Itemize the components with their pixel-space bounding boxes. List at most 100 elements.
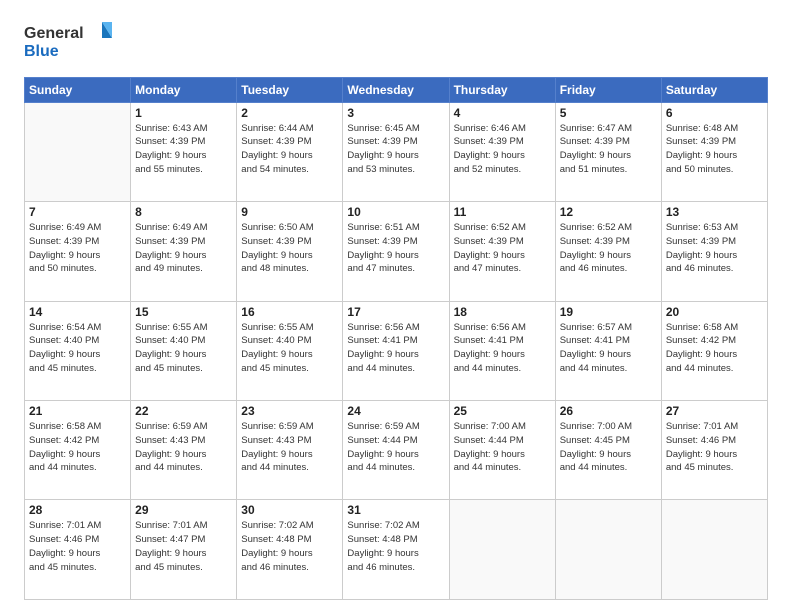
- day-number: 3: [347, 106, 444, 120]
- calendar-cell: 3Sunrise: 6:45 AM Sunset: 4:39 PM Daylig…: [343, 102, 449, 201]
- col-header-thursday: Thursday: [449, 77, 555, 102]
- calendar-cell: 22 Sunrise: 6:59 AM Sunset: 4:43 PM Dayli…: [131, 401, 237, 500]
- day-number: 12: [560, 205, 657, 219]
- day-info: Sunrise: 6:54 AM Sunset: 4:40 PM Dayligh…: [29, 321, 126, 376]
- day-info: Sunrise: 6:48 AM Sunset: 4:39 PM Dayligh…: [666, 122, 763, 177]
- day-number: 2: [241, 106, 338, 120]
- day-number: 19: [560, 305, 657, 319]
- calendar-cell: [25, 102, 131, 201]
- day-info: Sunrise: 6:49 AM Sunset: 4:39 PM Dayligh…: [135, 221, 232, 276]
- day-info: Sunrise: 6:57 AM Sunset: 4:41 PM Dayligh…: [560, 321, 657, 376]
- day-info: Sunrise: 6:53 AM Sunset: 4:39 PM Dayligh…: [666, 221, 763, 276]
- calendar-cell: 25Sunrise: 7:00 AM Sunset: 4:44 PM Dayli…: [449, 401, 555, 500]
- calendar-cell: 10 Sunrise: 6:51 AM Sunset: 4:39 PM Dayli…: [343, 202, 449, 301]
- day-number: 9: [241, 205, 338, 219]
- day-info: Sunrise: 6:43 AM Sunset: 4:39 PM Dayligh…: [135, 122, 232, 177]
- day-info: Sunrise: 6:44 AM Sunset: 4:39 PM Dayligh…: [241, 122, 338, 177]
- calendar-header-row: SundayMondayTuesdayWednesdayThursdayFrid…: [25, 77, 768, 102]
- day-info: Sunrise: 6:51 AM Sunset: 4:39 PM Dayligh…: [347, 221, 444, 276]
- calendar-cell: 12 Sunrise: 6:52 AM Sunset: 4:39 PM Dayli…: [555, 202, 661, 301]
- day-info: Sunrise: 6:55 AM Sunset: 4:40 PM Dayligh…: [241, 321, 338, 376]
- calendar-cell: 17 Sunrise: 6:56 AM Sunset: 4:41 PM Dayli…: [343, 301, 449, 400]
- header: General Blue: [24, 18, 768, 67]
- day-info: Sunrise: 7:00 AM Sunset: 4:45 PM Dayligh…: [560, 420, 657, 475]
- day-number: 30: [241, 503, 338, 517]
- day-info: Sunrise: 6:56 AM Sunset: 4:41 PM Dayligh…: [454, 321, 551, 376]
- calendar-cell: 15 Sunrise: 6:55 AM Sunset: 4:40 PM Dayli…: [131, 301, 237, 400]
- calendar-cell: 26 Sunrise: 7:00 AM Sunset: 4:45 PM Dayli…: [555, 401, 661, 500]
- col-header-wednesday: Wednesday: [343, 77, 449, 102]
- day-info: Sunrise: 7:01 AM Sunset: 4:46 PM Dayligh…: [666, 420, 763, 475]
- day-number: 11: [454, 205, 551, 219]
- calendar-cell: 19 Sunrise: 6:57 AM Sunset: 4:41 PM Dayli…: [555, 301, 661, 400]
- day-number: 15: [135, 305, 232, 319]
- day-info: Sunrise: 6:58 AM Sunset: 4:42 PM Dayligh…: [666, 321, 763, 376]
- day-number: 17: [347, 305, 444, 319]
- calendar-cell: 7 Sunrise: 6:49 AM Sunset: 4:39 PM Daylig…: [25, 202, 131, 301]
- day-number: 1: [135, 106, 232, 120]
- day-number: 4: [454, 106, 551, 120]
- calendar-cell: 13 Sunrise: 6:53 AM Sunset: 4:39 PM Dayli…: [661, 202, 767, 301]
- col-header-sunday: Sunday: [25, 77, 131, 102]
- calendar-cell: 24 Sunrise: 6:59 AM Sunset: 4:44 PM Dayli…: [343, 401, 449, 500]
- day-number: 7: [29, 205, 126, 219]
- logo-wordmark: General Blue: [24, 18, 114, 67]
- day-number: 29: [135, 503, 232, 517]
- calendar-cell: 1 Sunrise: 6:43 AM Sunset: 4:39 PM Daylig…: [131, 102, 237, 201]
- logo-svg: General Blue: [24, 18, 114, 62]
- day-number: 31: [347, 503, 444, 517]
- calendar-cell: 18 Sunrise: 6:56 AM Sunset: 4:41 PM Dayli…: [449, 301, 555, 400]
- calendar-week-row: 21 Sunrise: 6:58 AM Sunset: 4:42 PM Dayli…: [25, 401, 768, 500]
- day-info: Sunrise: 7:01 AM Sunset: 4:46 PM Dayligh…: [29, 519, 126, 574]
- calendar-cell: 23Sunrise: 6:59 AM Sunset: 4:43 PM Dayli…: [237, 401, 343, 500]
- day-info: Sunrise: 6:59 AM Sunset: 4:43 PM Dayligh…: [135, 420, 232, 475]
- calendar-week-row: 7 Sunrise: 6:49 AM Sunset: 4:39 PM Daylig…: [25, 202, 768, 301]
- day-number: 18: [454, 305, 551, 319]
- day-number: 6: [666, 106, 763, 120]
- calendar-week-row: 28 Sunrise: 7:01 AM Sunset: 4:46 PM Dayli…: [25, 500, 768, 600]
- calendar-cell: 11 Sunrise: 6:52 AM Sunset: 4:39 PM Dayli…: [449, 202, 555, 301]
- day-info: Sunrise: 6:59 AM Sunset: 4:44 PM Dayligh…: [347, 420, 444, 475]
- day-info: Sunrise: 6:58 AM Sunset: 4:42 PM Dayligh…: [29, 420, 126, 475]
- logo: General Blue: [24, 18, 114, 67]
- calendar-cell: 27Sunrise: 7:01 AM Sunset: 4:46 PM Dayli…: [661, 401, 767, 500]
- calendar-cell: 16 Sunrise: 6:55 AM Sunset: 4:40 PM Dayli…: [237, 301, 343, 400]
- day-info: Sunrise: 6:56 AM Sunset: 4:41 PM Dayligh…: [347, 321, 444, 376]
- day-number: 24: [347, 404, 444, 418]
- day-info: Sunrise: 6:50 AM Sunset: 4:39 PM Dayligh…: [241, 221, 338, 276]
- calendar-cell: 14Sunrise: 6:54 AM Sunset: 4:40 PM Dayli…: [25, 301, 131, 400]
- day-number: 22: [135, 404, 232, 418]
- calendar-cell: 20 Sunrise: 6:58 AM Sunset: 4:42 PM Dayli…: [661, 301, 767, 400]
- day-number: 28: [29, 503, 126, 517]
- day-number: 8: [135, 205, 232, 219]
- calendar-cell: 9 Sunrise: 6:50 AM Sunset: 4:39 PM Daylig…: [237, 202, 343, 301]
- calendar-cell: 4Sunrise: 6:46 AM Sunset: 4:39 PM Daylig…: [449, 102, 555, 201]
- day-info: Sunrise: 6:52 AM Sunset: 4:39 PM Dayligh…: [454, 221, 551, 276]
- day-number: 13: [666, 205, 763, 219]
- col-header-friday: Friday: [555, 77, 661, 102]
- day-number: 21: [29, 404, 126, 418]
- day-number: 26: [560, 404, 657, 418]
- col-header-tuesday: Tuesday: [237, 77, 343, 102]
- calendar-cell: 21 Sunrise: 6:58 AM Sunset: 4:42 PM Dayli…: [25, 401, 131, 500]
- page: General Blue SundayMondayTuesdayWednesda…: [0, 0, 792, 612]
- calendar-cell: [661, 500, 767, 600]
- calendar-table: SundayMondayTuesdayWednesdayThursdayFrid…: [24, 77, 768, 600]
- col-header-monday: Monday: [131, 77, 237, 102]
- day-info: Sunrise: 6:49 AM Sunset: 4:39 PM Dayligh…: [29, 221, 126, 276]
- day-info: Sunrise: 6:55 AM Sunset: 4:40 PM Dayligh…: [135, 321, 232, 376]
- calendar-cell: [555, 500, 661, 600]
- day-info: Sunrise: 7:00 AM Sunset: 4:44 PM Dayligh…: [454, 420, 551, 475]
- day-number: 10: [347, 205, 444, 219]
- day-info: Sunrise: 7:02 AM Sunset: 4:48 PM Dayligh…: [241, 519, 338, 574]
- calendar-cell: 2 Sunrise: 6:44 AM Sunset: 4:39 PM Daylig…: [237, 102, 343, 201]
- day-number: 20: [666, 305, 763, 319]
- calendar-cell: [449, 500, 555, 600]
- day-info: Sunrise: 6:52 AM Sunset: 4:39 PM Dayligh…: [560, 221, 657, 276]
- day-number: 16: [241, 305, 338, 319]
- day-info: Sunrise: 6:47 AM Sunset: 4:39 PM Dayligh…: [560, 122, 657, 177]
- calendar-week-row: 1 Sunrise: 6:43 AM Sunset: 4:39 PM Daylig…: [25, 102, 768, 201]
- day-info: Sunrise: 7:02 AM Sunset: 4:48 PM Dayligh…: [347, 519, 444, 574]
- calendar-week-row: 14Sunrise: 6:54 AM Sunset: 4:40 PM Dayli…: [25, 301, 768, 400]
- day-info: Sunrise: 6:59 AM Sunset: 4:43 PM Dayligh…: [241, 420, 338, 475]
